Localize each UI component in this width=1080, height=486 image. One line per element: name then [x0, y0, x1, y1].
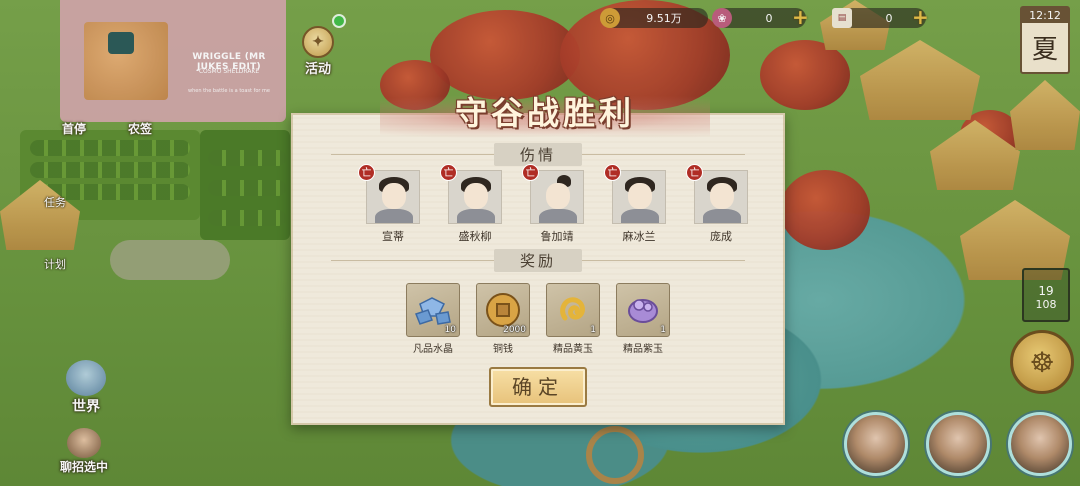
member-avatar: [530, 170, 584, 224]
reward-item[interactable]: 10 凡品水晶: [403, 283, 463, 355]
member-name: 鲁加靖: [540, 230, 574, 243]
member-name: 宣蒂: [382, 230, 404, 243]
injury-section-header: 伤情: [331, 142, 745, 166]
reward-label: 铜钱: [493, 344, 513, 355]
member-list: 亡 宣蒂 亡 盛秋柳 亡 鲁加靖 亡 麻冰兰 亡 庞成: [358, 164, 748, 250]
reward-item[interactable]: 1 精品紫玉: [613, 283, 673, 355]
member-card[interactable]: 亡 庞成: [686, 164, 753, 244]
crystal-icon: [415, 297, 451, 325]
reward-quantity: 1: [660, 325, 666, 335]
member-name: 庞成: [710, 230, 732, 243]
purple-jade-icon: [628, 299, 658, 323]
reward-label: 精品黄玉: [553, 344, 593, 355]
reward-section-title: 奖励: [494, 248, 583, 272]
reward-quantity: 2000: [503, 325, 526, 335]
reward-label: 精品紫玉: [623, 344, 663, 355]
member-avatar: [612, 170, 666, 224]
member-avatar: [366, 170, 420, 224]
dialog-title: 守谷战胜利: [454, 94, 635, 132]
reward-section-header: 奖励: [331, 248, 745, 272]
member-avatar: [448, 170, 502, 224]
reward-item[interactable]: 2000 铜钱: [473, 283, 533, 355]
reward-quantity: 1: [590, 325, 596, 335]
confirm-button[interactable]: 确定: [489, 367, 587, 407]
member-card[interactable]: 亡 宣蒂: [358, 164, 425, 244]
copper-coin-icon: [486, 293, 520, 327]
injury-section-title: 伤情: [494, 142, 583, 166]
death-badge: 亡: [358, 164, 375, 181]
member-card[interactable]: 亡 麻冰兰: [604, 164, 671, 244]
death-badge: 亡: [440, 164, 457, 181]
yellow-jade-icon: [560, 297, 585, 321]
death-badge: 亡: [522, 164, 539, 181]
reward-slot: 1: [546, 283, 600, 337]
death-badge: 亡: [604, 164, 621, 181]
reward-item[interactable]: 1 精品黄玉: [543, 283, 603, 355]
member-name: 麻冰兰: [622, 230, 656, 243]
reward-slot: 1: [616, 283, 670, 337]
death-badge: 亡: [686, 164, 703, 181]
member-name: 盛秋柳: [458, 230, 492, 243]
member-card[interactable]: 亡 盛秋柳: [440, 164, 507, 244]
member-avatar: [694, 170, 748, 224]
battle-result-dialog: 伤情 亡 宣蒂 亡 盛秋柳 亡 鲁加靖 亡 麻冰兰 亡 庞成 奖励 10 凡品水…: [291, 113, 785, 425]
reward-label: 凡品水晶: [413, 344, 453, 355]
reward-slot: 10: [406, 283, 460, 337]
reward-slot: 2000: [476, 283, 530, 337]
reward-list: 10 凡品水晶 2000 铜钱 1 精品黄玉 1 精品紫玉: [403, 283, 673, 358]
member-card[interactable]: 亡 鲁加靖: [522, 164, 589, 244]
reward-quantity: 10: [444, 325, 456, 335]
